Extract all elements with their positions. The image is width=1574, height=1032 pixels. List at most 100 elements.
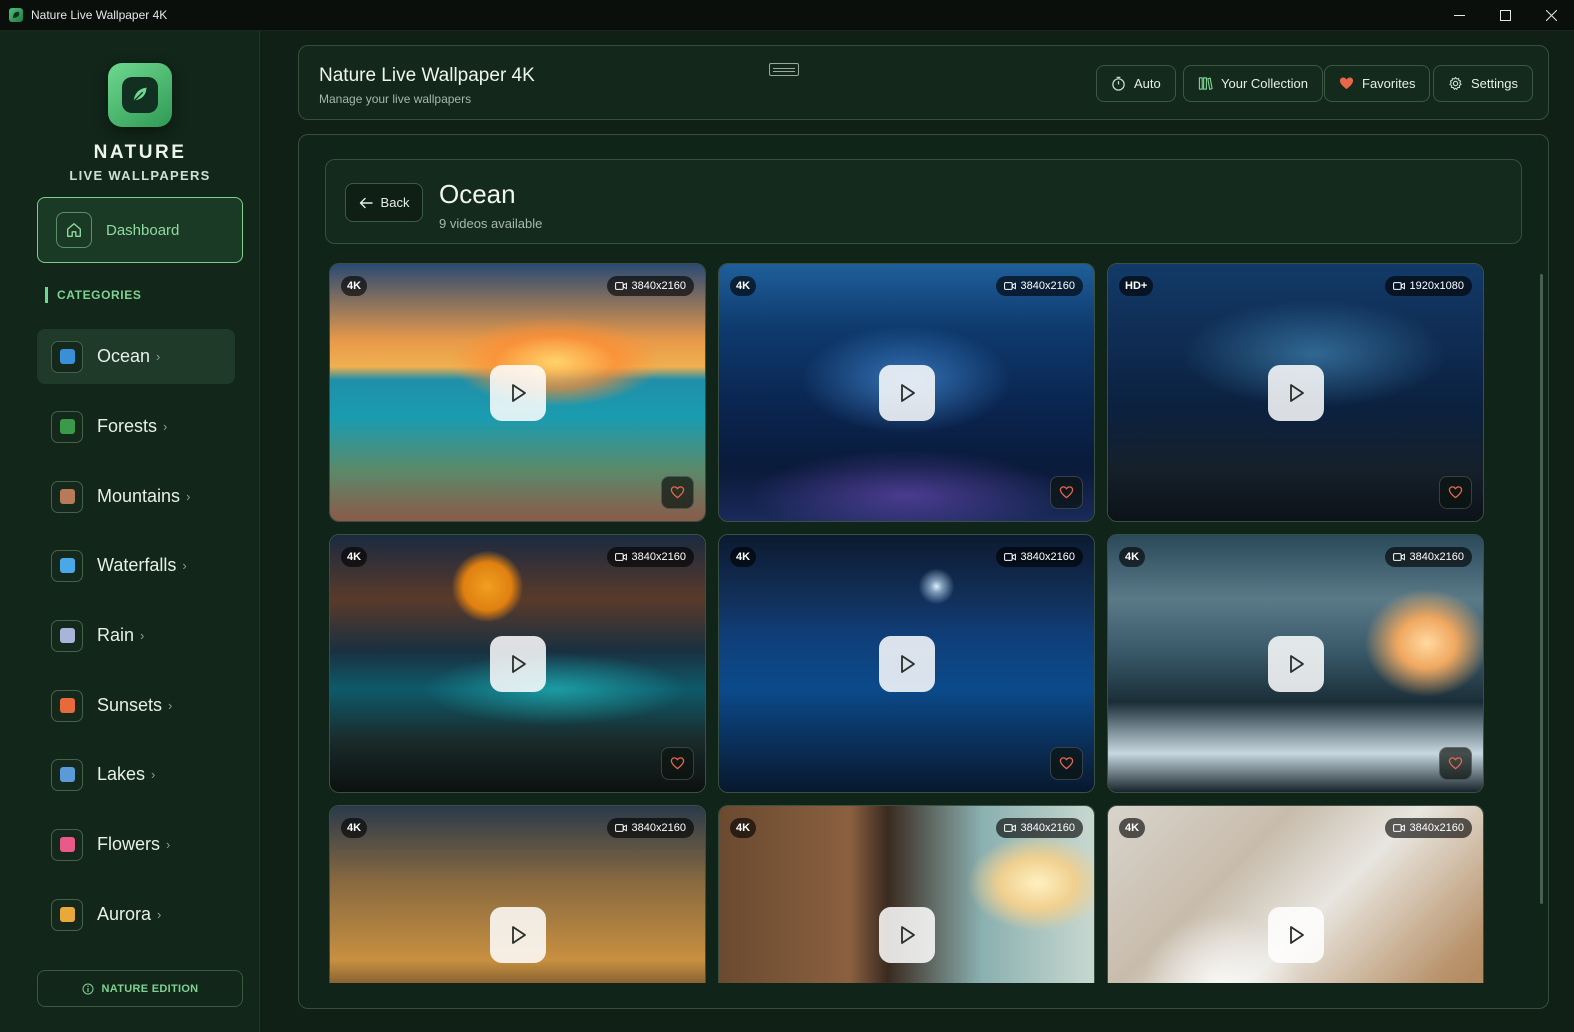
brand-title: NATURE (93, 142, 187, 163)
favorite-button[interactable] (661, 476, 694, 509)
content-panel: Back Ocean 9 videos available 4K 3840x216… (298, 134, 1549, 1009)
play-button[interactable] (490, 365, 546, 421)
maximize-button[interactable] (1482, 0, 1528, 31)
collection-label: Your Collection (1221, 76, 1308, 91)
video-camera-icon (1003, 282, 1016, 290)
resolution-text: 3840x2160 (1020, 280, 1075, 292)
video-camera-icon (1392, 282, 1405, 290)
edition-label: NATURE EDITION (101, 982, 199, 995)
video-card[interactable]: 4K 3840x2160 (329, 534, 706, 793)
wave-icon (59, 349, 75, 364)
drag-handle-icon[interactable] (769, 63, 799, 76)
resolution-badge: 3840x2160 (995, 276, 1083, 296)
chevron-right-icon: › (156, 349, 161, 364)
edition-button[interactable]: NATURE EDITION (37, 970, 243, 1007)
video-camera-icon (1003, 553, 1016, 561)
video-camera-icon (614, 824, 627, 832)
category-icon-box (51, 480, 83, 513)
favorite-button[interactable] (1439, 476, 1472, 509)
quality-badge: 4K (1119, 818, 1146, 838)
sidebar-item-label: Forests (97, 416, 158, 436)
timer-icon (1112, 76, 1125, 91)
favorite-button[interactable] (1050, 747, 1083, 780)
sidebar-item-ocean[interactable]: Ocean › (37, 329, 235, 384)
resolution-badge: 3840x2160 (606, 818, 694, 838)
video-camera-icon (614, 553, 627, 561)
sidebar-item-mountains[interactable]: Mountains › (37, 469, 235, 524)
play-button[interactable] (879, 907, 935, 963)
droplet-icon (59, 558, 75, 573)
categories-heading: CATEGORIES (45, 287, 141, 303)
play-button[interactable] (879, 636, 935, 692)
category-icon-box (51, 549, 83, 582)
play-button[interactable] (490, 636, 546, 692)
sidebar-item-aurora[interactable]: Aurora › (37, 887, 235, 942)
sidebar-item-waterfalls[interactable]: Waterfalls › (37, 538, 235, 593)
chevron-right-icon: › (168, 698, 173, 713)
video-card[interactable]: 4K 3840x2160 (718, 805, 1095, 983)
back-button[interactable]: Back (345, 183, 423, 222)
heart-icon (1339, 77, 1354, 90)
category-icon-box (51, 758, 83, 791)
play-button[interactable] (1268, 907, 1324, 963)
resolution-badge: 1920x1080 (1384, 276, 1472, 296)
heart-outline-icon (1059, 486, 1074, 499)
window-titlebar: Nature Live Wallpaper 4K (0, 0, 1574, 31)
video-card[interactable]: 4K 3840x2160 (329, 263, 706, 522)
mountain-icon (59, 489, 75, 504)
video-card[interactable]: 4K 3840x2160 (718, 534, 1095, 793)
sidebar: NATURE LIVE WALLPAPERS Dashboard CATEGOR… (0, 31, 260, 1032)
collection-button[interactable]: Your Collection (1183, 65, 1323, 102)
quality-badge: 4K (1119, 547, 1146, 567)
minimize-button[interactable] (1436, 0, 1482, 31)
play-icon (901, 655, 915, 673)
resolution-badge: 3840x2160 (606, 276, 694, 296)
favorite-button[interactable] (661, 747, 694, 780)
play-icon (512, 926, 526, 944)
brand-subtitle: LIVE WALLPAPERS (69, 168, 211, 183)
resolution-text: 3840x2160 (1409, 822, 1464, 834)
auto-label: Auto (1134, 76, 1161, 91)
play-button[interactable] (879, 365, 935, 421)
sidebar-item-lakes[interactable]: Lakes › (37, 747, 235, 802)
sidebar-item-label: Ocean (97, 346, 151, 366)
play-button[interactable] (490, 907, 546, 963)
video-card[interactable]: 4K 3840x2160 (718, 263, 1095, 522)
favorite-button[interactable] (1439, 747, 1472, 780)
sidebar-item-sunsets[interactable]: Sunsets › (37, 678, 235, 733)
video-card[interactable]: 4K 3840x2160 (1107, 805, 1484, 983)
dashboard-button[interactable]: Dashboard (37, 197, 243, 263)
category-icon-box (51, 828, 83, 861)
favorite-button[interactable] (1050, 476, 1083, 509)
auto-button[interactable]: Auto (1096, 65, 1176, 102)
heart-outline-icon (1059, 757, 1074, 770)
back-label: Back (380, 195, 410, 210)
library-icon (1198, 77, 1213, 91)
resolution-text: 3840x2160 (1409, 551, 1464, 563)
quality-badge: 4K (730, 547, 757, 567)
close-button[interactable] (1528, 0, 1574, 31)
resolution-badge: 3840x2160 (995, 818, 1083, 838)
play-icon (1290, 384, 1304, 402)
sidebar-item-label: Flowers (97, 834, 161, 854)
resolution-text: 3840x2160 (1020, 551, 1075, 563)
sidebar-item-forests[interactable]: Forests › (37, 399, 235, 454)
video-count: 9 videos available (439, 216, 543, 231)
video-card[interactable]: HD+ 1920x1080 (1107, 263, 1484, 522)
sidebar-item-rain[interactable]: Rain › (37, 608, 235, 663)
play-icon (901, 926, 915, 944)
settings-button[interactable]: Settings (1433, 65, 1533, 102)
sidebar-item-flowers[interactable]: Flowers › (37, 817, 235, 872)
sidebar-item-label: Mountains (97, 486, 181, 506)
favorites-button[interactable]: Favorites (1324, 65, 1431, 102)
scrollbar[interactable] (1540, 274, 1543, 904)
play-button[interactable] (1268, 636, 1324, 692)
video-card[interactable]: 4K 3840x2160 (329, 805, 706, 983)
chevron-right-icon: › (166, 837, 171, 852)
video-card[interactable]: 4K 3840x2160 (1107, 534, 1484, 793)
app-logo (108, 63, 172, 127)
quality-badge: 4K (730, 818, 757, 838)
heart-outline-icon (670, 486, 685, 499)
play-button[interactable] (1268, 365, 1324, 421)
sunset-icon (59, 698, 75, 713)
